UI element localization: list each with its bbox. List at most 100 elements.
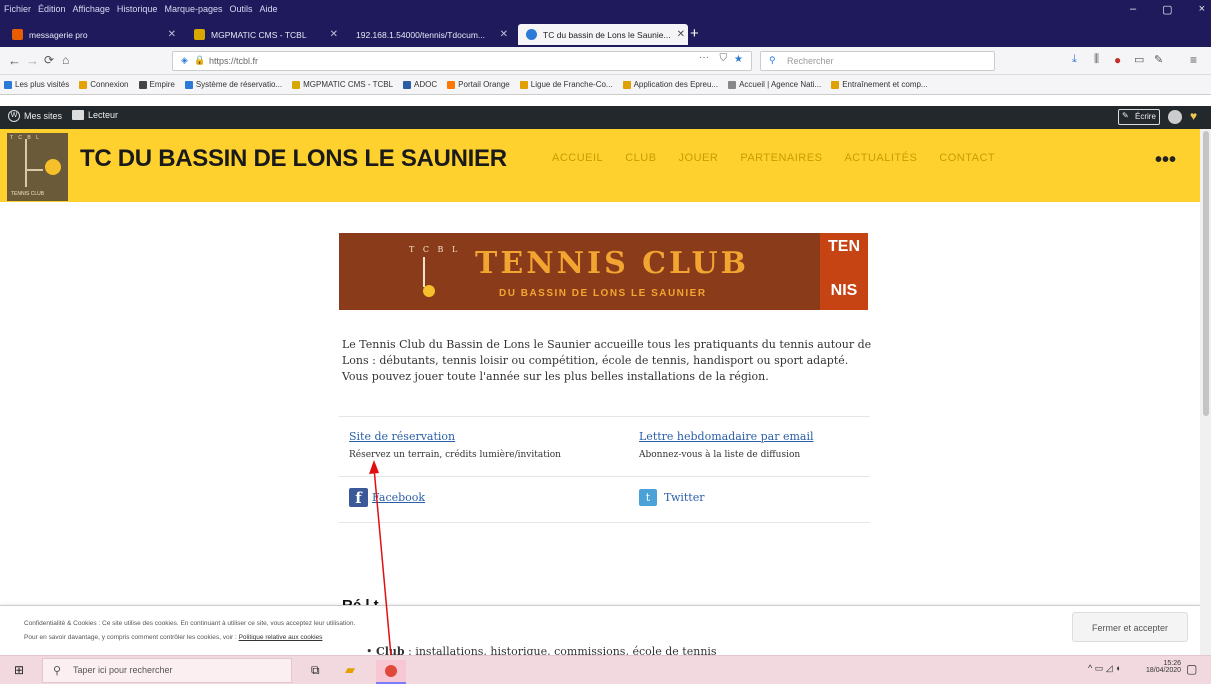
newsletter-link[interactable]: Lettre hebdomadaire par email (639, 430, 813, 443)
minimize-button[interactable]: – (1130, 3, 1136, 16)
site-header: T C B L TENNIS CLUB TC DU BASSIN DE LONS… (0, 129, 1211, 202)
browser-tab[interactable]: MGPMATIC CMS - TCBL ✕ (186, 24, 346, 45)
browser-tab[interactable]: messagerie pro ✕ (4, 24, 184, 45)
menu-item[interactable]: Outils (230, 4, 253, 14)
bookmark-item[interactable]: Connexion (79, 80, 129, 89)
close-window-button[interactable]: × (1199, 3, 1205, 16)
close-tab-icon[interactable]: ✕ (677, 29, 685, 40)
cookie-policy-link[interactable]: Politique relative aux cookies (239, 634, 323, 641)
screenshot-icon[interactable]: ✎ (1154, 53, 1163, 66)
accept-cookies-button[interactable]: Fermer et accepter (1072, 612, 1188, 642)
bookmark-item[interactable]: Les plus visités (4, 80, 69, 89)
tab-favicon-icon (12, 29, 23, 40)
reader-link[interactable]: Lecteur (72, 110, 118, 120)
menu-item[interactable]: Fichier (4, 4, 31, 14)
site-title[interactable]: TC DU BASSIN DE LONS LE SAUNIER (80, 145, 507, 173)
sidebar-icon[interactable]: ▭ (1134, 53, 1144, 66)
newsletter-block: Lettre hebdomadaire par email Abonnez-vo… (639, 430, 813, 460)
cookie-line-2: Pour en savoir davantage, y compris comm… (24, 631, 724, 645)
download-icon[interactable]: ⤓ (1072, 53, 1077, 66)
scrollbar-thumb[interactable] (1203, 131, 1209, 416)
menu-hamburger-icon[interactable]: ≡ (1190, 53, 1197, 67)
bookmark-item[interactable]: Ligue de Franche-Co... (519, 80, 613, 89)
twitter-link[interactable]: t Twitter (639, 489, 705, 506)
bookmark-item[interactable]: Accueil | Agence Nati... (728, 80, 821, 89)
reload-icon[interactable]: ⟳ (44, 53, 54, 67)
page-actions-icon[interactable]: ··· (699, 52, 709, 63)
url-bar[interactable]: ◈ 🔒 https://tcbl.fr ★ ⛉ ··· (172, 51, 752, 71)
avatar[interactable] (1168, 110, 1182, 124)
forward-arrow-icon[interactable]: → (26, 53, 39, 68)
bookmark-label: Accueil | Agence Nati... (739, 80, 822, 89)
menu-item[interactable]: Aide (260, 4, 278, 14)
banner-small-text: T C B L (409, 245, 461, 254)
bookmark-item[interactable]: ADOC (403, 80, 437, 89)
club-banner: T C B L TENNIS CLUB DU BASSIN DE LONS LE… (339, 233, 868, 310)
back-arrow-icon[interactable]: ← (8, 53, 21, 68)
notifications-icon[interactable]: ♥ (1190, 109, 1197, 123)
extension-icon[interactable]: ● (1114, 53, 1121, 67)
file-explorer-icon[interactable]: ▰ (345, 662, 355, 678)
browser-tab[interactable]: 192.168.1.54000/tennis/Tdocum... ✕ (348, 24, 516, 45)
library-icon[interactable]: ⫼ (1094, 53, 1099, 66)
menu-item[interactable]: Édition (38, 4, 66, 14)
close-tab-icon[interactable]: ✕ (330, 29, 338, 40)
bookmark-item[interactable]: Empire (138, 80, 175, 89)
banner-subtitle: DU BASSIN DE LONS LE SAUNIER (499, 288, 707, 299)
search-bar[interactable]: ⚲ Rechercher (760, 51, 995, 71)
bookmark-favicon-icon (728, 80, 737, 89)
bookmark-item[interactable]: Application des Epreu... (622, 80, 719, 89)
more-menu-button[interactable]: ••• (1155, 149, 1176, 172)
notifications-center-icon[interactable]: ▢ (1186, 662, 1197, 676)
window-controls: – ▢ × (1130, 3, 1205, 16)
nav-item-club[interactable]: CLUB (625, 152, 656, 164)
bookmark-favicon-icon (519, 80, 528, 89)
bookmark-label: Application des Epreu... (633, 80, 719, 89)
windows-start-icon[interactable]: ⊞ (14, 663, 24, 677)
write-button[interactable]: ✎ Écrire (1118, 109, 1160, 125)
taskbar-active-app[interactable] (376, 660, 406, 684)
bookmark-label: Portail Orange (458, 80, 510, 89)
my-sites-link[interactable]: W Mes sites (8, 110, 62, 122)
divider (339, 416, 870, 417)
close-tab-icon[interactable]: ✕ (168, 29, 176, 40)
bookmark-item[interactable]: Portail Orange (447, 80, 510, 89)
browser-tab-active[interactable]: TC du bassin de Lons le Saunie... ✕ (518, 24, 688, 45)
nav-item-accueil[interactable]: ACCUEIL (552, 152, 603, 164)
maximize-button[interactable]: ▢ (1162, 3, 1172, 16)
menu-item[interactable]: Marque-pages (164, 4, 222, 14)
new-tab-button[interactable]: + (690, 25, 699, 42)
page-scrollbar[interactable] (1200, 129, 1211, 655)
nav-item-actualites[interactable]: ACTUALITÉS (844, 152, 917, 164)
tray-icons[interactable]: ^ ▭ ◿ ◖ (1088, 663, 1121, 674)
bookmark-star-icon[interactable]: ★ (734, 54, 743, 65)
facebook-link[interactable]: f Facebook (349, 488, 425, 507)
reservation-link[interactable]: Site de réservation (349, 430, 561, 443)
reader-icon (72, 110, 84, 120)
bookmark-label: Connexion (90, 80, 129, 89)
pocket-icon[interactable]: ⛉ (720, 53, 728, 64)
taskbar-search[interactable]: ⚲ Taper ici pour rechercher (42, 658, 292, 683)
home-icon[interactable]: ⌂ (62, 53, 69, 67)
tennis-badge: TEN NIS (820, 233, 868, 310)
nav-item-partenaires[interactable]: PARTENAIRES (740, 152, 822, 164)
close-tab-icon[interactable]: ✕ (500, 29, 508, 40)
bookmark-item[interactable]: MGPMATIC CMS - TCBL (292, 80, 393, 89)
site-logo[interactable]: T C B L TENNIS CLUB (7, 133, 68, 201)
reservation-block: Site de réservation Réservez un terrain,… (349, 430, 561, 460)
twitter-label: Twitter (664, 491, 705, 504)
task-view-icon[interactable]: ⧉ (311, 663, 320, 678)
clock[interactable]: 15:26 18/04/2020 (1146, 660, 1181, 674)
tab-label: 192.168.1.54000/tennis/Tdocum... (356, 29, 486, 40)
nav-item-contact[interactable]: CONTACT (939, 152, 995, 164)
write-label: Écrire (1135, 112, 1156, 121)
menu-item[interactable]: Historique (117, 4, 158, 14)
screen: Fichier Édition Affichage Historique Marque-… (0, 0, 1211, 684)
menu-item[interactable]: Affichage (73, 4, 110, 14)
nav-item-jouer[interactable]: JOUER (679, 152, 719, 164)
bookmark-label: Système de réservatio... (195, 80, 283, 89)
facebook-label: Facebook (372, 491, 426, 504)
search-icon: ⚲ (53, 665, 62, 677)
bookmark-item[interactable]: Entraînement et comp... (831, 80, 928, 89)
bookmark-item[interactable]: Système de réservatio... (184, 80, 283, 89)
